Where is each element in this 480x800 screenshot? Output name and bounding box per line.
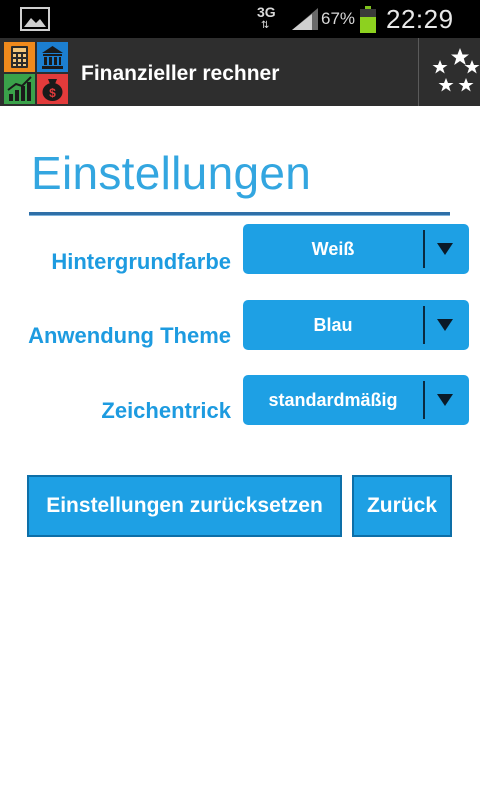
calculator-icon [4, 42, 35, 72]
network-indicator: 3G ⇅ [257, 4, 279, 34]
app-title: Finanzieller rechner [81, 62, 280, 85]
dropdown-separator [423, 306, 425, 344]
battery-percent: 67% [321, 9, 356, 28]
theme-value: Blau [313, 315, 353, 335]
dropdown-arrow-icon [437, 319, 453, 331]
dropdown-arrow-icon [437, 243, 453, 255]
signal-icon [292, 8, 318, 30]
dropdown-separator [423, 381, 425, 419]
dropdown-arrow-icon [437, 394, 453, 406]
svg-text:$: $ [49, 86, 56, 100]
app-bar-divider [418, 38, 419, 106]
network-type: 3G [257, 4, 276, 20]
background-color-dropdown[interactable]: Weiß [243, 224, 469, 274]
status-bar: 3G ⇅ 67% 22:29 [0, 0, 480, 38]
clock: 22:29 [386, 4, 454, 34]
chart-icon [4, 74, 35, 104]
stars-icon[interactable] [420, 38, 480, 106]
battery-icon [360, 6, 376, 33]
title-divider [29, 212, 450, 216]
animation-dropdown[interactable]: standardmäßig [243, 375, 469, 425]
reset-settings-button[interactable]: Einstellungen zurücksetzen [27, 475, 342, 537]
animation-label: Zeichentrick [101, 398, 231, 423]
gallery-icon [20, 7, 50, 31]
background-color-value: Weiß [311, 239, 355, 259]
page-title: Einstellungen [31, 147, 312, 199]
back-button[interactable]: Zurück [352, 475, 452, 537]
dropdown-separator [423, 230, 425, 268]
money-bag-icon: $ [37, 74, 68, 104]
theme-label: Anwendung Theme [28, 323, 231, 348]
animation-value: standardmäßig [268, 390, 398, 410]
app-logo[interactable]: $ [4, 42, 68, 104]
bank-icon [37, 42, 68, 72]
app-bar: $ Finanzieller rechner [0, 38, 480, 106]
data-arrows-icon: ⇅ [261, 20, 270, 31]
theme-dropdown[interactable]: Blau [243, 300, 469, 350]
background-color-label: Hintergrundfarbe [51, 249, 231, 274]
